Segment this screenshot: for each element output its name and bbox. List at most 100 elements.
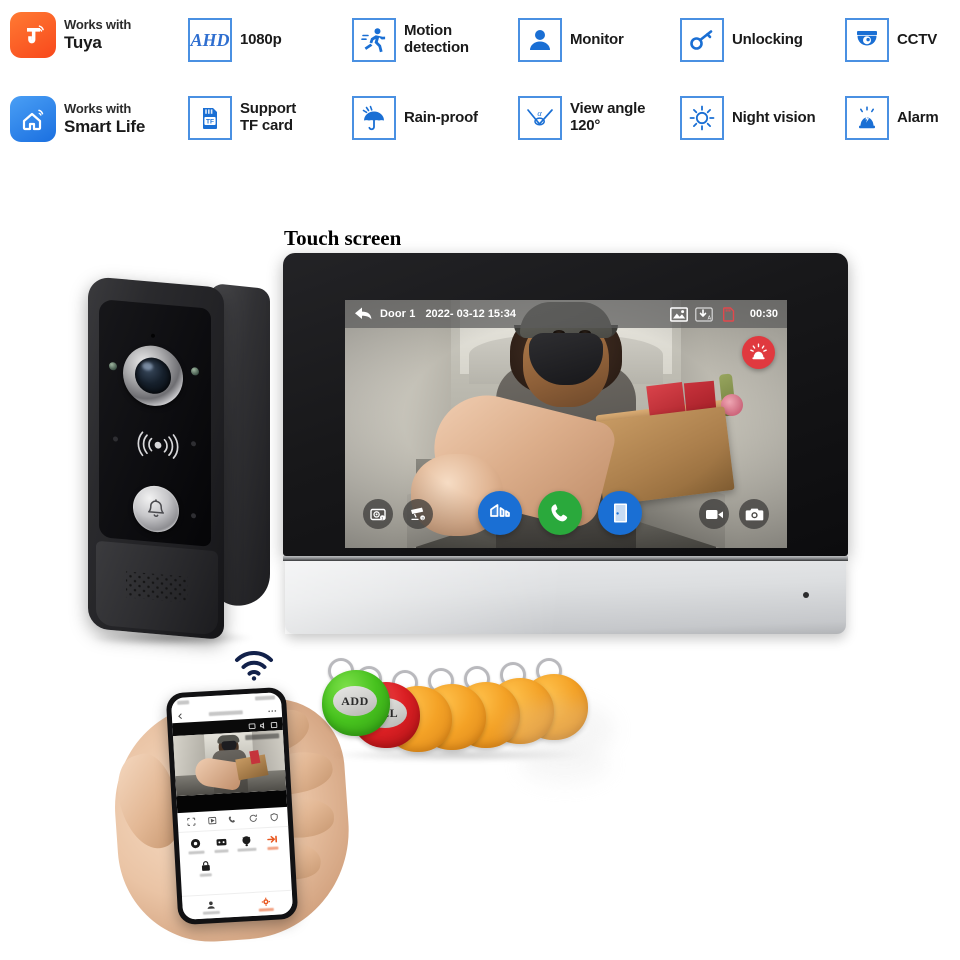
phone-fn-cell[interactable] <box>260 833 285 851</box>
feature-cctv: CCTV <box>845 18 937 62</box>
monitor-screen[interactable]: Door 1 2022- 03-12 15:34 A 00:30 1 3 <box>345 300 787 548</box>
phone-nav-messages[interactable] <box>202 899 220 915</box>
phone-fn-cell[interactable] <box>234 835 259 852</box>
ir-led-right <box>191 367 199 376</box>
touch-screen-label: Touch screen <box>284 226 402 250</box>
feature-label: View angle 120° <box>570 100 645 135</box>
add-fob[interactable]: ADD <box>322 670 390 736</box>
fn-label-blur <box>237 847 257 852</box>
phone-live-video[interactable] <box>173 730 287 797</box>
image-gallery-icon[interactable] <box>669 306 688 322</box>
background-blur-blob <box>520 745 610 785</box>
phone-function-grid <box>178 827 291 887</box>
siren-alarm-icon[interactable] <box>742 336 775 369</box>
tuya-logo <box>10 12 56 58</box>
feature-alarm: Alarm <box>845 96 939 140</box>
fn-label-blur <box>267 846 279 851</box>
osd-status-bar: Door 1 2022- 03-12 15:34 A 00:30 <box>345 300 787 328</box>
phone-screen[interactable] <box>170 692 294 920</box>
rfid-wave-icon <box>133 430 183 460</box>
svg-text:α: α <box>537 108 542 118</box>
status-time-blur <box>177 700 190 705</box>
back-arrow-icon[interactable] <box>176 707 184 725</box>
umbrella-icon <box>352 96 396 140</box>
feature-rain-proof: Rain-proof <box>352 96 478 140</box>
add-fob-disc: ADD <box>333 686 377 716</box>
ir-led-left <box>109 361 117 371</box>
sun-icon <box>680 96 724 140</box>
sd-card-icon[interactable] <box>720 306 738 322</box>
dome-camera-icon <box>845 18 889 62</box>
running-person-icon <box>352 18 396 62</box>
volume-icon[interactable] <box>478 491 522 535</box>
feature-line2: Tuya <box>64 32 102 52</box>
fn-label-blur <box>199 873 212 877</box>
osd-call-timer: 00:30 <box>749 308 778 320</box>
doorbell-outdoor-unit <box>82 276 272 646</box>
feature-view-angle: α View angle 120° <box>518 96 645 140</box>
speaker-holes <box>126 571 188 603</box>
fn-label-blur <box>188 850 205 855</box>
feature-label: 1080p <box>240 30 282 48</box>
call-icon[interactable] <box>228 810 238 828</box>
add-fob-label: ADD <box>341 693 369 708</box>
key-icon <box>680 18 724 62</box>
tf-card-icon: TF <box>188 96 232 140</box>
nav-label-blur <box>202 910 220 915</box>
product-marketing-page: Works with Tuya AHD 1080p Motion detecti… <box>0 0 960 960</box>
indoor-monitor: Door 1 2022- 03-12 15:34 A 00:30 1 3 <box>283 253 848 638</box>
feature-label: Unlocking <box>732 30 803 48</box>
feature-smart-life: Works with Smart Life <box>10 96 145 142</box>
phone-call-icon[interactable] <box>538 491 582 535</box>
monitor-base-panel <box>285 561 846 634</box>
nav-label-blur <box>258 907 274 912</box>
phone-fn-cell[interactable] <box>184 837 209 855</box>
photo-camera-icon[interactable] <box>739 499 769 529</box>
hd-quality-icon[interactable] <box>186 813 196 831</box>
playback-icon[interactable] <box>207 811 217 829</box>
microphone-hole <box>151 333 155 338</box>
phone-fn-cell[interactable] <box>193 860 218 877</box>
door-camera-icon[interactable]: 1 <box>363 499 393 529</box>
osd-datetime: 2022- 03-12 15:34 <box>425 308 516 320</box>
smartphone[interactable] <box>165 686 299 926</box>
siren-icon <box>845 96 889 140</box>
feature-label: Works with Smart Life <box>64 102 145 136</box>
back-arrow-icon[interactable] <box>354 306 373 322</box>
phone-nav-settings[interactable] <box>258 896 274 912</box>
feature-line1: Support <box>240 100 297 118</box>
shield-icon[interactable] <box>269 808 279 826</box>
history-icon[interactable] <box>249 809 259 827</box>
phone-bottom-nav <box>181 889 294 920</box>
feature-label: Motion detection <box>404 22 469 57</box>
feature-monitor: Monitor <box>518 18 624 62</box>
feature-line2: Smart Life <box>64 116 146 136</box>
view-angle-icon: α <box>518 96 562 140</box>
feature-line2: detection <box>404 39 469 56</box>
ph-gift-box <box>248 750 261 765</box>
camera-lens-glass <box>135 356 171 396</box>
power-led-indicator <box>803 592 809 598</box>
ahd-badge-text: AHD <box>190 29 230 50</box>
feature-ahd: AHD 1080p <box>188 18 282 62</box>
feature-tf-card: TF Support TF card <box>188 96 296 140</box>
video-record-icon[interactable] <box>699 499 729 529</box>
feature-line2: 120° <box>570 117 601 134</box>
open-door-icon[interactable] <box>598 491 642 535</box>
doorbell-call-button[interactable] <box>133 483 179 535</box>
status-icons-blur <box>254 695 276 701</box>
phone-fn-cell[interactable] <box>209 836 234 854</box>
feature-label: Alarm <box>897 108 939 126</box>
status-led <box>191 513 196 519</box>
auto-save-icon[interactable]: A <box>695 306 713 322</box>
smart-life-logo <box>10 96 56 142</box>
cctv-camera-icon[interactable]: 3 <box>403 499 433 529</box>
osd-control-bar: 1 3 <box>345 490 787 536</box>
sensor-dot-left <box>113 436 118 442</box>
feature-label: Support TF card <box>240 100 297 135</box>
ahd-box-icon: AHD <box>188 18 232 62</box>
feature-line1: Works with <box>64 17 132 33</box>
feature-line2: TF card <box>240 117 293 134</box>
feature-night-vision: Night vision <box>680 96 816 140</box>
feature-tuya: Works with Tuya <box>10 12 131 58</box>
